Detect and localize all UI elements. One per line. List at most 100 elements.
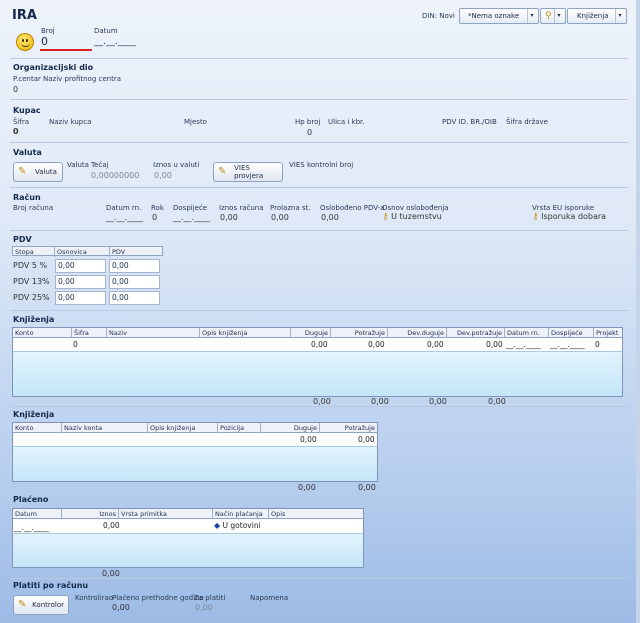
vies-button[interactable]: ✎ VIES provjera bbox=[213, 162, 283, 182]
divider bbox=[10, 406, 628, 407]
pdv-iznos-2[interactable]: 0,00 bbox=[109, 275, 160, 289]
org-heading: Organizacijski dio bbox=[13, 63, 94, 72]
vies-label: VIES kontrolni broj bbox=[289, 161, 354, 169]
placeno-heading: Plaćeno bbox=[13, 495, 49, 504]
hp-label: Hp broj bbox=[295, 118, 321, 126]
rok-label: Rok bbox=[151, 204, 164, 212]
row-iznos: 0,00 bbox=[103, 521, 120, 530]
datum-rn-value[interactable]: __.__.____ bbox=[106, 213, 143, 222]
rok-value[interactable]: 0 bbox=[152, 213, 157, 222]
knjizenja2-grid[interactable]: Konto Naziv konta Opis knjiženja Pozicij… bbox=[12, 422, 378, 482]
oslobodeno-label: Oslobođeno PDV-a bbox=[320, 204, 385, 212]
tecaj-label: Tečaj bbox=[91, 161, 109, 169]
divider bbox=[10, 99, 628, 100]
col-nacin-placanja: Način plaćanja bbox=[213, 509, 269, 519]
row-datum-rn: __.__.____ bbox=[506, 340, 541, 349]
col-naziv: Naziv bbox=[107, 328, 200, 338]
knjizenja-grid[interactable]: Konto Šifra Naziv Opis knjiženja Duguje … bbox=[12, 327, 623, 397]
col-konto: Konto bbox=[13, 328, 72, 338]
grid-empty-area bbox=[13, 446, 377, 481]
za-platiti-label: Za platiti bbox=[194, 594, 226, 602]
col-naziv-konta: Naziv konta bbox=[62, 423, 148, 433]
scrollbar[interactable] bbox=[636, 0, 640, 623]
broj-input[interactable]: 0 bbox=[40, 35, 92, 51]
datum-input[interactable]: __.__.____ bbox=[94, 37, 136, 47]
iznos-racuna-label: Iznos računa bbox=[219, 204, 264, 212]
divider bbox=[10, 142, 628, 143]
kontrolor-button[interactable]: ✎ Kontrolor bbox=[13, 595, 69, 615]
prolazna-label: Prolazna st. bbox=[270, 204, 311, 212]
total-duguje: 0,00 bbox=[313, 397, 331, 406]
kontrolirao-label: Kontrolirao bbox=[75, 594, 114, 602]
iznos-racuna-value[interactable]: 0,00 bbox=[220, 213, 238, 222]
total-dev-potrazuje: 0,00 bbox=[488, 397, 506, 406]
kupac-sifra-label: Šifra bbox=[13, 118, 30, 126]
col-potrazuje: Potražuje bbox=[331, 328, 388, 338]
col-dospijece: Dospijeće bbox=[549, 328, 594, 338]
grid-empty-area bbox=[13, 533, 363, 567]
chevron-down-icon: ▾ bbox=[554, 9, 563, 23]
racun-heading: Račun bbox=[13, 193, 41, 202]
col-iznos: Iznos bbox=[62, 509, 119, 519]
iznos-valuta-label: Iznos u valuti bbox=[153, 161, 200, 169]
divider bbox=[10, 230, 628, 231]
col-duguje: Duguje bbox=[261, 423, 320, 433]
knjizenja-combo[interactable]: Knjiženja ▾ bbox=[567, 8, 627, 24]
iznos-valuta-value[interactable]: 0,00 bbox=[154, 171, 172, 180]
placeno-grid-header: Datum plaćanja Iznos Vrsta primitka Nači… bbox=[13, 509, 363, 519]
col-potrazuje: Potražuje bbox=[344, 424, 375, 432]
eu-field[interactable]: ⚷ Isporuka dobara bbox=[532, 212, 606, 222]
total-potrazuje: 0,00 bbox=[371, 397, 389, 406]
pdv-header: Stopa Osnovica PDV bbox=[12, 246, 163, 257]
platiti-heading: Platiti po računu bbox=[13, 581, 89, 590]
za-platiti-value[interactable]: 0,00 bbox=[195, 603, 213, 612]
search-combo[interactable]: ⚲ ▾ bbox=[540, 8, 566, 24]
pencil-icon: ✎ bbox=[218, 166, 227, 177]
pdv-osnovica-1[interactable]: 0,00 bbox=[55, 259, 106, 273]
oznaka-value: *Nema oznake bbox=[468, 12, 520, 20]
pdv-iznos-1[interactable]: 0,00 bbox=[109, 259, 160, 273]
dospijece-value[interactable]: __.__.____ bbox=[173, 213, 210, 222]
pencil-icon: ✎ bbox=[18, 599, 27, 610]
placeno-grid[interactable]: Datum plaćanja Iznos Vrsta primitka Nači… bbox=[12, 508, 364, 568]
kupac-sifra-value[interactable]: 0 bbox=[13, 127, 19, 136]
placeno-preth-value[interactable]: 0,00 bbox=[112, 603, 130, 612]
row-potrazuje: 0,00 bbox=[358, 435, 375, 444]
tecaj-value[interactable]: 0,00000000 bbox=[91, 171, 139, 180]
hp-value[interactable]: 0 bbox=[307, 128, 312, 137]
eu-value: Isporuka dobara bbox=[541, 212, 607, 221]
pdv-iznos-3[interactable]: 0,00 bbox=[109, 291, 160, 305]
page-title: IRA bbox=[12, 8, 37, 23]
pdv-osnovica-3[interactable]: 0,00 bbox=[55, 291, 106, 305]
col-datum-rn: Datum rn. bbox=[505, 328, 549, 338]
mjesto-label: Mjesto bbox=[184, 118, 207, 126]
napomena-label: Napomena bbox=[250, 594, 289, 602]
pcentar-value[interactable]: 0 bbox=[13, 85, 18, 94]
osnov-field[interactable]: ⚷ U tuzemstvu bbox=[382, 212, 442, 222]
chevron-down-icon: ▾ bbox=[615, 9, 624, 23]
eu-label: Vrsta EU isporuke bbox=[532, 204, 595, 212]
knjizenja-value: Knjiženja bbox=[577, 12, 609, 20]
pdv-osnovica-2[interactable]: 0,00 bbox=[55, 275, 106, 289]
col-datum-placanja: Datum plaćanja bbox=[13, 509, 62, 519]
valuta-button-label: Valuta bbox=[35, 168, 57, 176]
prolazna-value[interactable]: 0,00 bbox=[271, 213, 289, 222]
valuta-button[interactable]: ✎ Valuta bbox=[13, 162, 63, 182]
oznaka-combo[interactable]: *Nema oznake ▾ bbox=[459, 8, 539, 24]
placeno-preth-label: Plaćeno prethodne godine bbox=[112, 594, 204, 602]
col-konto: Konto bbox=[13, 423, 62, 433]
oslobodeno-value[interactable]: 0,00 bbox=[321, 213, 339, 222]
knjizenja2-heading: Knjiženja bbox=[13, 410, 55, 419]
valuta-heading: Valuta bbox=[13, 148, 42, 157]
datum-rn-label: Datum rn. bbox=[106, 204, 142, 212]
col-opis: Opis knjiženja bbox=[200, 328, 291, 338]
key-icon: ⚷ bbox=[382, 212, 389, 222]
broj-label: Broj bbox=[41, 27, 55, 35]
kontrolor-button-label: Kontrolor bbox=[32, 601, 64, 609]
pdv-heading: PDV bbox=[13, 235, 32, 244]
dospijece-label: Dospijeće bbox=[173, 204, 208, 212]
tag-icon: ◆ bbox=[214, 521, 221, 530]
datum-label: Datum bbox=[94, 27, 118, 35]
row-sifra: 0 bbox=[73, 340, 78, 349]
placeno-total: 0,00 bbox=[102, 569, 120, 578]
